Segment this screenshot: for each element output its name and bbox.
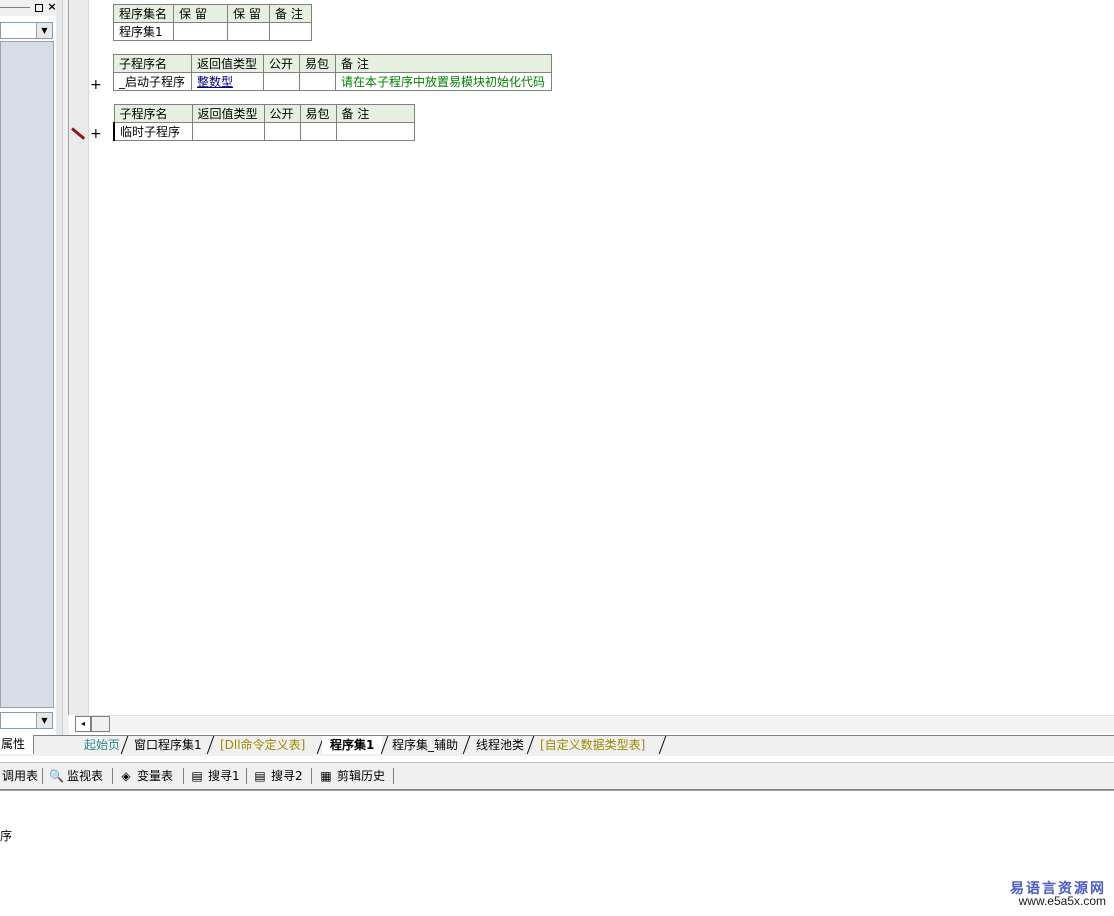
watch-table-label: 监视表 — [67, 769, 104, 783]
tab-properties[interactable]: 属性 — [0, 735, 34, 754]
table-row[interactable]: _启动子程序 整数型 请在本子程序中放置易模块初始化代码 — [113, 72, 552, 91]
header-cell: 备 注 — [335, 54, 552, 73]
tab-assembly-helper[interactable]: 程序集_辅助 — [384, 736, 466, 754]
table-row[interactable]: 临时子程序 — [113, 122, 415, 141]
tab-dll-commands[interactable]: [Dll命令定义表] — [212, 736, 313, 754]
watch-table-button[interactable]: 🔍 监视表 — [49, 767, 103, 785]
left-panel-combo[interactable]: ▼ — [0, 22, 53, 39]
return-type-cell[interactable]: 整数型 — [191, 72, 264, 91]
header-cell: 程序集名 — [113, 4, 174, 23]
header-cell: 保 留 — [173, 4, 228, 23]
magnifier-icon: 🔍 — [49, 769, 64, 783]
public-cell[interactable] — [263, 72, 300, 91]
remark-cell[interactable] — [335, 122, 415, 141]
search-list-icon: ▤ — [254, 769, 266, 783]
subroutine-name-cell[interactable]: _启动子程序 — [113, 72, 192, 91]
variables-icon: ◈ — [121, 769, 131, 783]
public-cell[interactable] — [263, 122, 301, 141]
header-cell: 返回值类型 — [191, 54, 264, 73]
tab-start-page[interactable]: 起始页 — [76, 736, 128, 754]
header-cell: 备 注 — [335, 104, 415, 123]
watermark-url: www.e5a5x.com — [1018, 894, 1106, 908]
search-list-icon: ▤ — [191, 769, 203, 783]
header-cell: 易包 — [299, 104, 337, 123]
search2-button[interactable]: ▤ 搜寻2 — [253, 767, 303, 785]
epackage-cell[interactable] — [299, 72, 336, 91]
tab-custom-types[interactable]: [自定义数据类型表] — [532, 736, 653, 754]
table-header-row: 子程序名 返回值类型 公开 易包 备 注 — [113, 104, 415, 123]
call-table-button[interactable]: 调用表 — [2, 767, 38, 785]
subroutine-table: 子程序名 返回值类型 公开 易包 备 注 _启动子程序 整数型 请在本子程序中放… — [113, 54, 552, 91]
reserved-cell[interactable] — [227, 22, 270, 41]
header-cell: 备 注 — [269, 4, 312, 23]
document-tab-bar: 起始页 窗口程序集1 [Dll命令定义表] 程序集1 程序集_辅助 线程池类 [… — [0, 735, 1114, 756]
remark-cell[interactable]: 请在本子程序中放置易模块初始化代码 — [335, 72, 552, 91]
header-cell: 公开 — [263, 104, 301, 123]
table-header-row: 子程序名 返回值类型 公开 易包 备 注 — [113, 54, 552, 73]
epackage-cell[interactable] — [299, 122, 337, 141]
return-type-cell[interactable] — [191, 122, 265, 141]
assembly-name-cell[interactable]: 程序集1 — [113, 22, 174, 41]
search1-button[interactable]: ▤ 搜寻1 — [190, 767, 240, 785]
subroutine-table: 子程序名 返回值类型 公开 易包 备 注 临时子程序 — [113, 104, 415, 141]
assembly-table: 程序集名 保 留 保 留 备 注 程序集1 — [113, 4, 312, 41]
chevron-down-icon[interactable]: ▼ — [36, 23, 52, 38]
header-cell: 子程序名 — [113, 54, 192, 73]
pin-icon[interactable] — [35, 4, 43, 12]
table-header-row: 程序集名 保 留 保 留 备 注 — [113, 4, 312, 23]
call-table-label: 调用表 — [2, 769, 39, 783]
clipboard-icon: ▦ — [320, 769, 332, 783]
header-cell: 子程序名 — [113, 104, 193, 123]
output-text: 序 — [0, 829, 13, 843]
tab-assembly1[interactable]: 程序集1 — [322, 736, 383, 754]
clip-history-button[interactable]: ▦ 剪辑历史 — [319, 767, 385, 785]
header-cell: 易包 — [299, 54, 336, 73]
search1-label: 搜寻1 — [208, 769, 240, 783]
left-panel-bottom-combo[interactable]: ▼ — [0, 712, 53, 729]
tab-window-assembly[interactable]: 窗口程序集1 — [126, 736, 210, 754]
chevron-down-icon[interactable]: ▼ — [36, 713, 52, 728]
tab-threadpool-class[interactable]: 线程池类 — [468, 736, 532, 754]
header-cell: 保 留 — [227, 4, 270, 23]
variable-table-button[interactable]: ◈ 变量表 — [119, 767, 173, 785]
code-gutter — [68, 0, 89, 715]
scroll-left-icon[interactable]: ◂ — [75, 716, 91, 732]
expand-icon[interactable]: + — [90, 127, 102, 141]
bottom-toolbar: 调用表 🔍 监视表 ◈ 变量表 ▤ 搜寻1 ▤ 搜寻2 ▦ 剪辑历史 — [0, 762, 1114, 790]
expand-icon[interactable]: + — [90, 78, 102, 92]
reserved-cell[interactable] — [173, 22, 228, 41]
remark-cell[interactable] — [269, 22, 312, 41]
table-row[interactable]: 程序集1 — [113, 22, 312, 41]
titlebar-grip — [0, 7, 30, 8]
search2-label: 搜寻2 — [271, 769, 303, 783]
horizontal-scrollbar[interactable]: ◂ — [75, 715, 1114, 733]
header-cell: 公开 — [263, 54, 300, 73]
clip-history-label: 剪辑历史 — [337, 769, 386, 783]
output-panel[interactable]: 序 — [0, 790, 1114, 916]
left-panel-tree[interactable] — [0, 41, 54, 708]
subroutine-name-cell[interactable]: 临时子程序 — [113, 122, 193, 141]
variable-table-label: 变量表 — [137, 769, 174, 783]
scroll-thumb[interactable] — [91, 716, 110, 732]
header-cell: 返回值类型 — [191, 104, 265, 123]
